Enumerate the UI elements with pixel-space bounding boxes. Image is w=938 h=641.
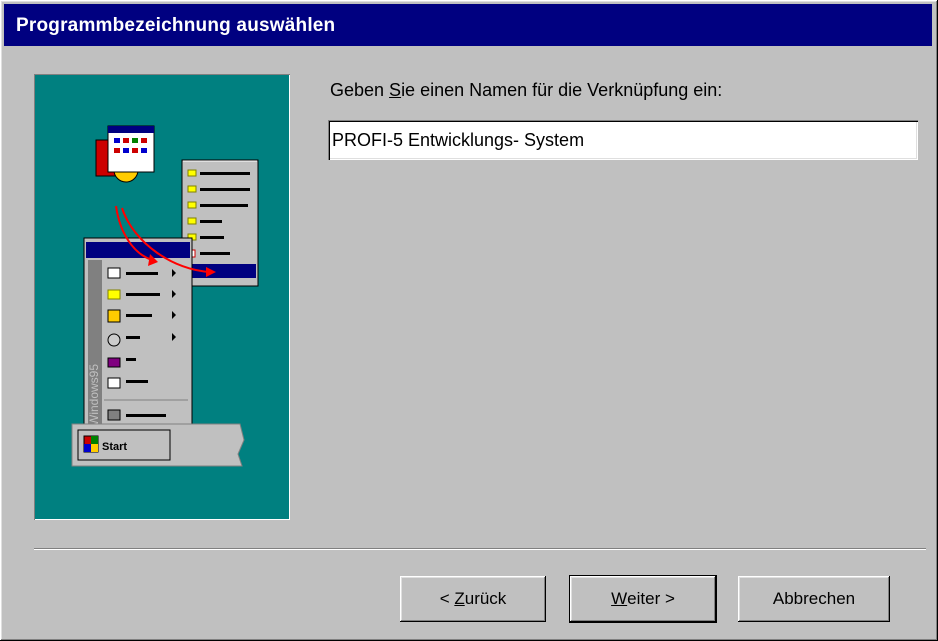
next-button-accel: W <box>611 589 628 608</box>
name-prompt-label: Geben Sie einen Namen für die Verknüpfun… <box>330 80 722 101</box>
title-bar: Programmbezeichnung auswählen <box>4 4 932 46</box>
start-menu-banner: Windows95 <box>87 364 101 426</box>
wizard-illustration: Windows95 Start <box>34 74 290 520</box>
shortcut-name-input[interactable] <box>332 126 912 154</box>
back-button[interactable]: < Zurück <box>400 576 546 622</box>
wizard-window: Programmbezeichnung auswählen Windows95 … <box>0 0 938 641</box>
back-button-accel: Z <box>454 589 465 608</box>
back-button-prefix: < <box>439 589 455 608</box>
prompt-text-after: ie einen Namen für die Verknüpfung ein: <box>401 80 723 100</box>
window-title: Programmbezeichnung auswählen <box>16 15 336 36</box>
program-icon <box>95 125 155 183</box>
shortcut-name-field-frame <box>328 120 918 160</box>
back-button-label: urück <box>464 589 507 608</box>
next-button[interactable]: Weiter > <box>570 576 716 622</box>
taskbar-illustration: Start <box>71 423 245 467</box>
start-button-label: Start <box>102 441 127 453</box>
cancel-button-label: Abbrechen <box>772 589 856 608</box>
submenu-illustration <box>181 159 259 287</box>
next-button-label: eiter > <box>627 589 675 608</box>
prompt-text-before: Geben <box>330 80 390 100</box>
start-menu: Windows95 <box>83 237 193 433</box>
separator-line <box>34 548 926 550</box>
cancel-button[interactable]: Abbrechen <box>738 576 890 622</box>
start-menu-illustration: Windows95 Start <box>71 125 259 467</box>
prompt-accel-key: S <box>389 80 402 100</box>
